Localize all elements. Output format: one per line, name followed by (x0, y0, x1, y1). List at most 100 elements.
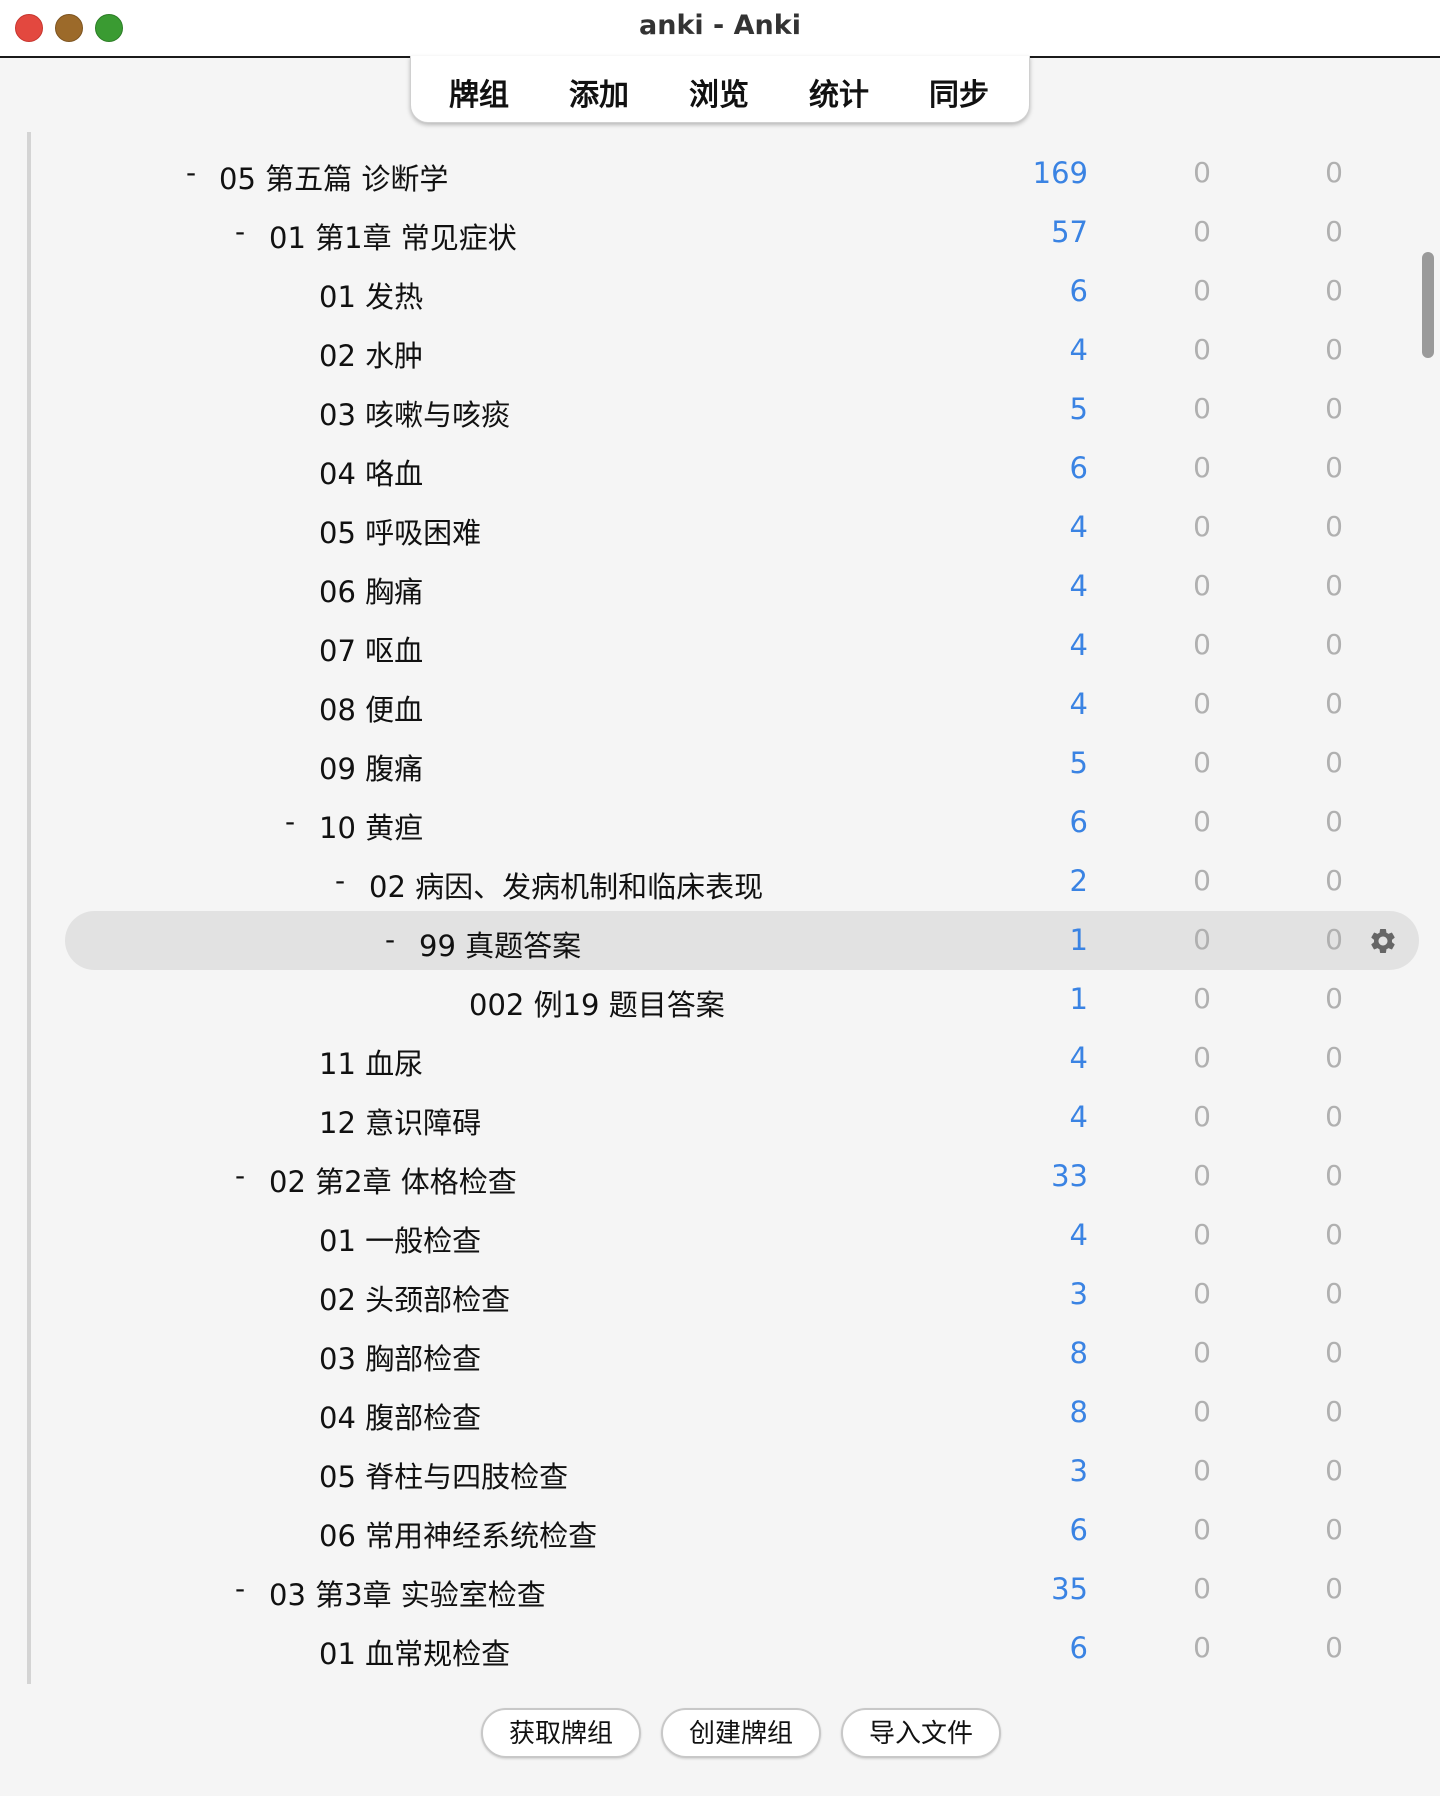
new-count: 4 (1069, 510, 1088, 544)
deck-name[interactable]: 03 第3章 实验室检查 (269, 1572, 546, 1614)
learn-count: 0 (1193, 274, 1211, 307)
import-file-button[interactable]: 导入文件 (841, 1708, 1002, 1758)
deck-row[interactable]: 03 咳嗽与咳痰 5 0 0 (31, 380, 1419, 439)
collapse-toggle[interactable]: - (235, 1572, 245, 1605)
deck-name[interactable]: 09 腹痛 (319, 746, 423, 788)
deck-name[interactable]: 002 例19 题目答案 (469, 982, 725, 1024)
deck-row[interactable]: 09 腹痛 5 0 0 (31, 734, 1419, 793)
deck-name[interactable]: 02 病因、发病机制和临床表现 (369, 864, 763, 906)
deck-name[interactable]: 02 第2章 体格检查 (269, 1159, 517, 1201)
due-count: 0 (1325, 805, 1343, 838)
deck-row[interactable]: 04 腹部检查 8 0 0 (31, 1383, 1419, 1442)
deck-name[interactable]: 01 一般检查 (319, 1218, 481, 1260)
deck-row[interactable]: 01 发热 6 0 0 (31, 262, 1419, 321)
deck-row[interactable]: -99 真题答案 1 0 0 (31, 911, 1419, 970)
deck-row[interactable]: -01 第1章 常见症状 57 0 0 (31, 203, 1419, 262)
deck-row[interactable]: 01 血常规检查 6 0 0 (31, 1619, 1419, 1678)
deck-row[interactable]: 05 脊柱与四肢检查 3 0 0 (31, 1442, 1419, 1501)
deck-row[interactable]: 04 咯血 6 0 0 (31, 439, 1419, 498)
deck-name[interactable]: 01 第1章 常见症状 (269, 215, 517, 257)
collapse-toggle[interactable]: - (235, 1159, 245, 1192)
create-deck-button[interactable]: 创建牌组 (661, 1708, 822, 1758)
learn-count: 0 (1193, 333, 1211, 366)
collapse-toggle[interactable]: - (335, 864, 345, 897)
deck-row[interactable]: 02 水肿 4 0 0 (31, 321, 1419, 380)
new-count: 4 (1069, 1218, 1088, 1252)
new-count: 6 (1069, 274, 1088, 308)
deck-row[interactable]: -10 黄疸 6 0 0 (31, 793, 1419, 852)
deck-row[interactable]: 01 一般检查 4 0 0 (31, 1206, 1419, 1265)
learn-count: 0 (1193, 1631, 1211, 1664)
deck-row[interactable]: -05 第五篇 诊断学 169 0 0 (31, 144, 1419, 203)
deck-name[interactable]: 03 咳嗽与咳痰 (319, 392, 510, 434)
deck-row[interactable]: 12 意识障碍 4 0 0 (31, 1088, 1419, 1147)
deck-row[interactable]: 06 胸痛 4 0 0 (31, 557, 1419, 616)
new-count: 4 (1069, 1041, 1088, 1075)
deck-row[interactable]: 11 血尿 4 0 0 (31, 1029, 1419, 1088)
deck-row[interactable]: 02 头颈部检查 3 0 0 (31, 1265, 1419, 1324)
new-count: 33 (1051, 1159, 1088, 1193)
deck-row[interactable]: 002 例19 题目答案 1 0 0 (31, 970, 1419, 1029)
deck-row[interactable]: -03 第3章 实验室检查 35 0 0 (31, 1560, 1419, 1619)
new-count: 2 (1069, 864, 1088, 898)
new-count: 169 (1032, 156, 1088, 190)
deck-name[interactable]: 05 第五篇 诊断学 (219, 156, 448, 198)
get-shared-decks-button[interactable]: 获取牌组 (481, 1708, 642, 1758)
learn-count: 0 (1193, 510, 1211, 543)
deck-name[interactable]: 10 黄疸 (319, 805, 423, 847)
deck-name[interactable]: 08 便血 (319, 687, 423, 729)
learn-count: 0 (1193, 1218, 1211, 1251)
deck-row[interactable]: 07 呕血 4 0 0 (31, 616, 1419, 675)
new-count: 1 (1069, 923, 1088, 957)
deck-name[interactable]: 07 呕血 (319, 628, 423, 670)
learn-count: 0 (1193, 805, 1211, 838)
gear-icon[interactable] (1368, 926, 1398, 956)
deck-name[interactable]: 05 呼吸困难 (319, 510, 481, 552)
due-count: 0 (1325, 392, 1343, 425)
new-count: 6 (1069, 805, 1088, 839)
toolbar-add-button[interactable]: 添加 (569, 70, 629, 114)
deck-row[interactable]: 05 呼吸困难 4 0 0 (31, 498, 1419, 557)
deck-name[interactable]: 05 脊柱与四肢检查 (319, 1454, 568, 1496)
new-count: 6 (1069, 1631, 1088, 1665)
deck-name[interactable]: 99 真题答案 (419, 923, 581, 965)
deck-row[interactable]: -02 病因、发病机制和临床表现 2 0 0 (31, 852, 1419, 911)
deck-name[interactable]: 12 意识障碍 (319, 1100, 481, 1142)
toolbar-stats-button[interactable]: 统计 (809, 70, 869, 114)
deck-row[interactable]: 08 便血 4 0 0 (31, 675, 1419, 734)
deck-name[interactable]: 04 腹部检查 (319, 1395, 481, 1437)
deck-name[interactable]: 04 咯血 (319, 451, 423, 493)
collapse-toggle[interactable]: - (186, 156, 196, 189)
learn-count: 0 (1193, 1277, 1211, 1310)
toolbar-sync-button[interactable]: 同步 (929, 70, 989, 114)
deck-name[interactable]: 06 胸痛 (319, 569, 423, 611)
new-count: 5 (1069, 392, 1088, 426)
scrollbar-thumb[interactable] (1422, 252, 1434, 358)
due-count: 0 (1325, 1513, 1343, 1546)
due-count: 0 (1325, 1454, 1343, 1487)
new-count: 3 (1069, 1277, 1088, 1311)
deck-name[interactable]: 03 胸部检查 (319, 1336, 481, 1378)
collapse-toggle[interactable]: - (385, 923, 395, 956)
deck-row[interactable]: -02 第2章 体格检查 33 0 0 (31, 1147, 1419, 1206)
deck-list: -05 第五篇 诊断学 169 0 0-01 第1章 常见症状 57 0 0 01 发热 6 0 0… (27, 132, 1419, 1684)
collapse-toggle[interactable]: - (285, 805, 295, 838)
collapse-toggle[interactable]: - (235, 215, 245, 248)
deck-row[interactable]: 06 常用神经系统检查 6 0 0 (31, 1501, 1419, 1560)
new-count: 4 (1069, 569, 1088, 603)
deck-name[interactable]: 01 血常规检查 (319, 1631, 510, 1673)
deck-name[interactable]: 11 血尿 (319, 1041, 423, 1083)
learn-count: 0 (1193, 1572, 1211, 1605)
toolbar-browse-button[interactable]: 浏览 (689, 70, 749, 114)
due-count: 0 (1325, 864, 1343, 897)
deck-row[interactable]: 03 胸部检查 8 0 0 (31, 1324, 1419, 1383)
deck-name[interactable]: 01 发热 (319, 274, 423, 316)
learn-count: 0 (1193, 864, 1211, 897)
new-count: 8 (1069, 1336, 1088, 1370)
deck-name[interactable]: 02 水肿 (319, 333, 423, 375)
learn-count: 0 (1193, 1041, 1211, 1074)
deck-name[interactable]: 06 常用神经系统检查 (319, 1513, 597, 1555)
toolbar-decks-button[interactable]: 牌组 (449, 70, 509, 114)
deck-name[interactable]: 02 头颈部检查 (319, 1277, 510, 1319)
learn-count: 0 (1193, 982, 1211, 1015)
